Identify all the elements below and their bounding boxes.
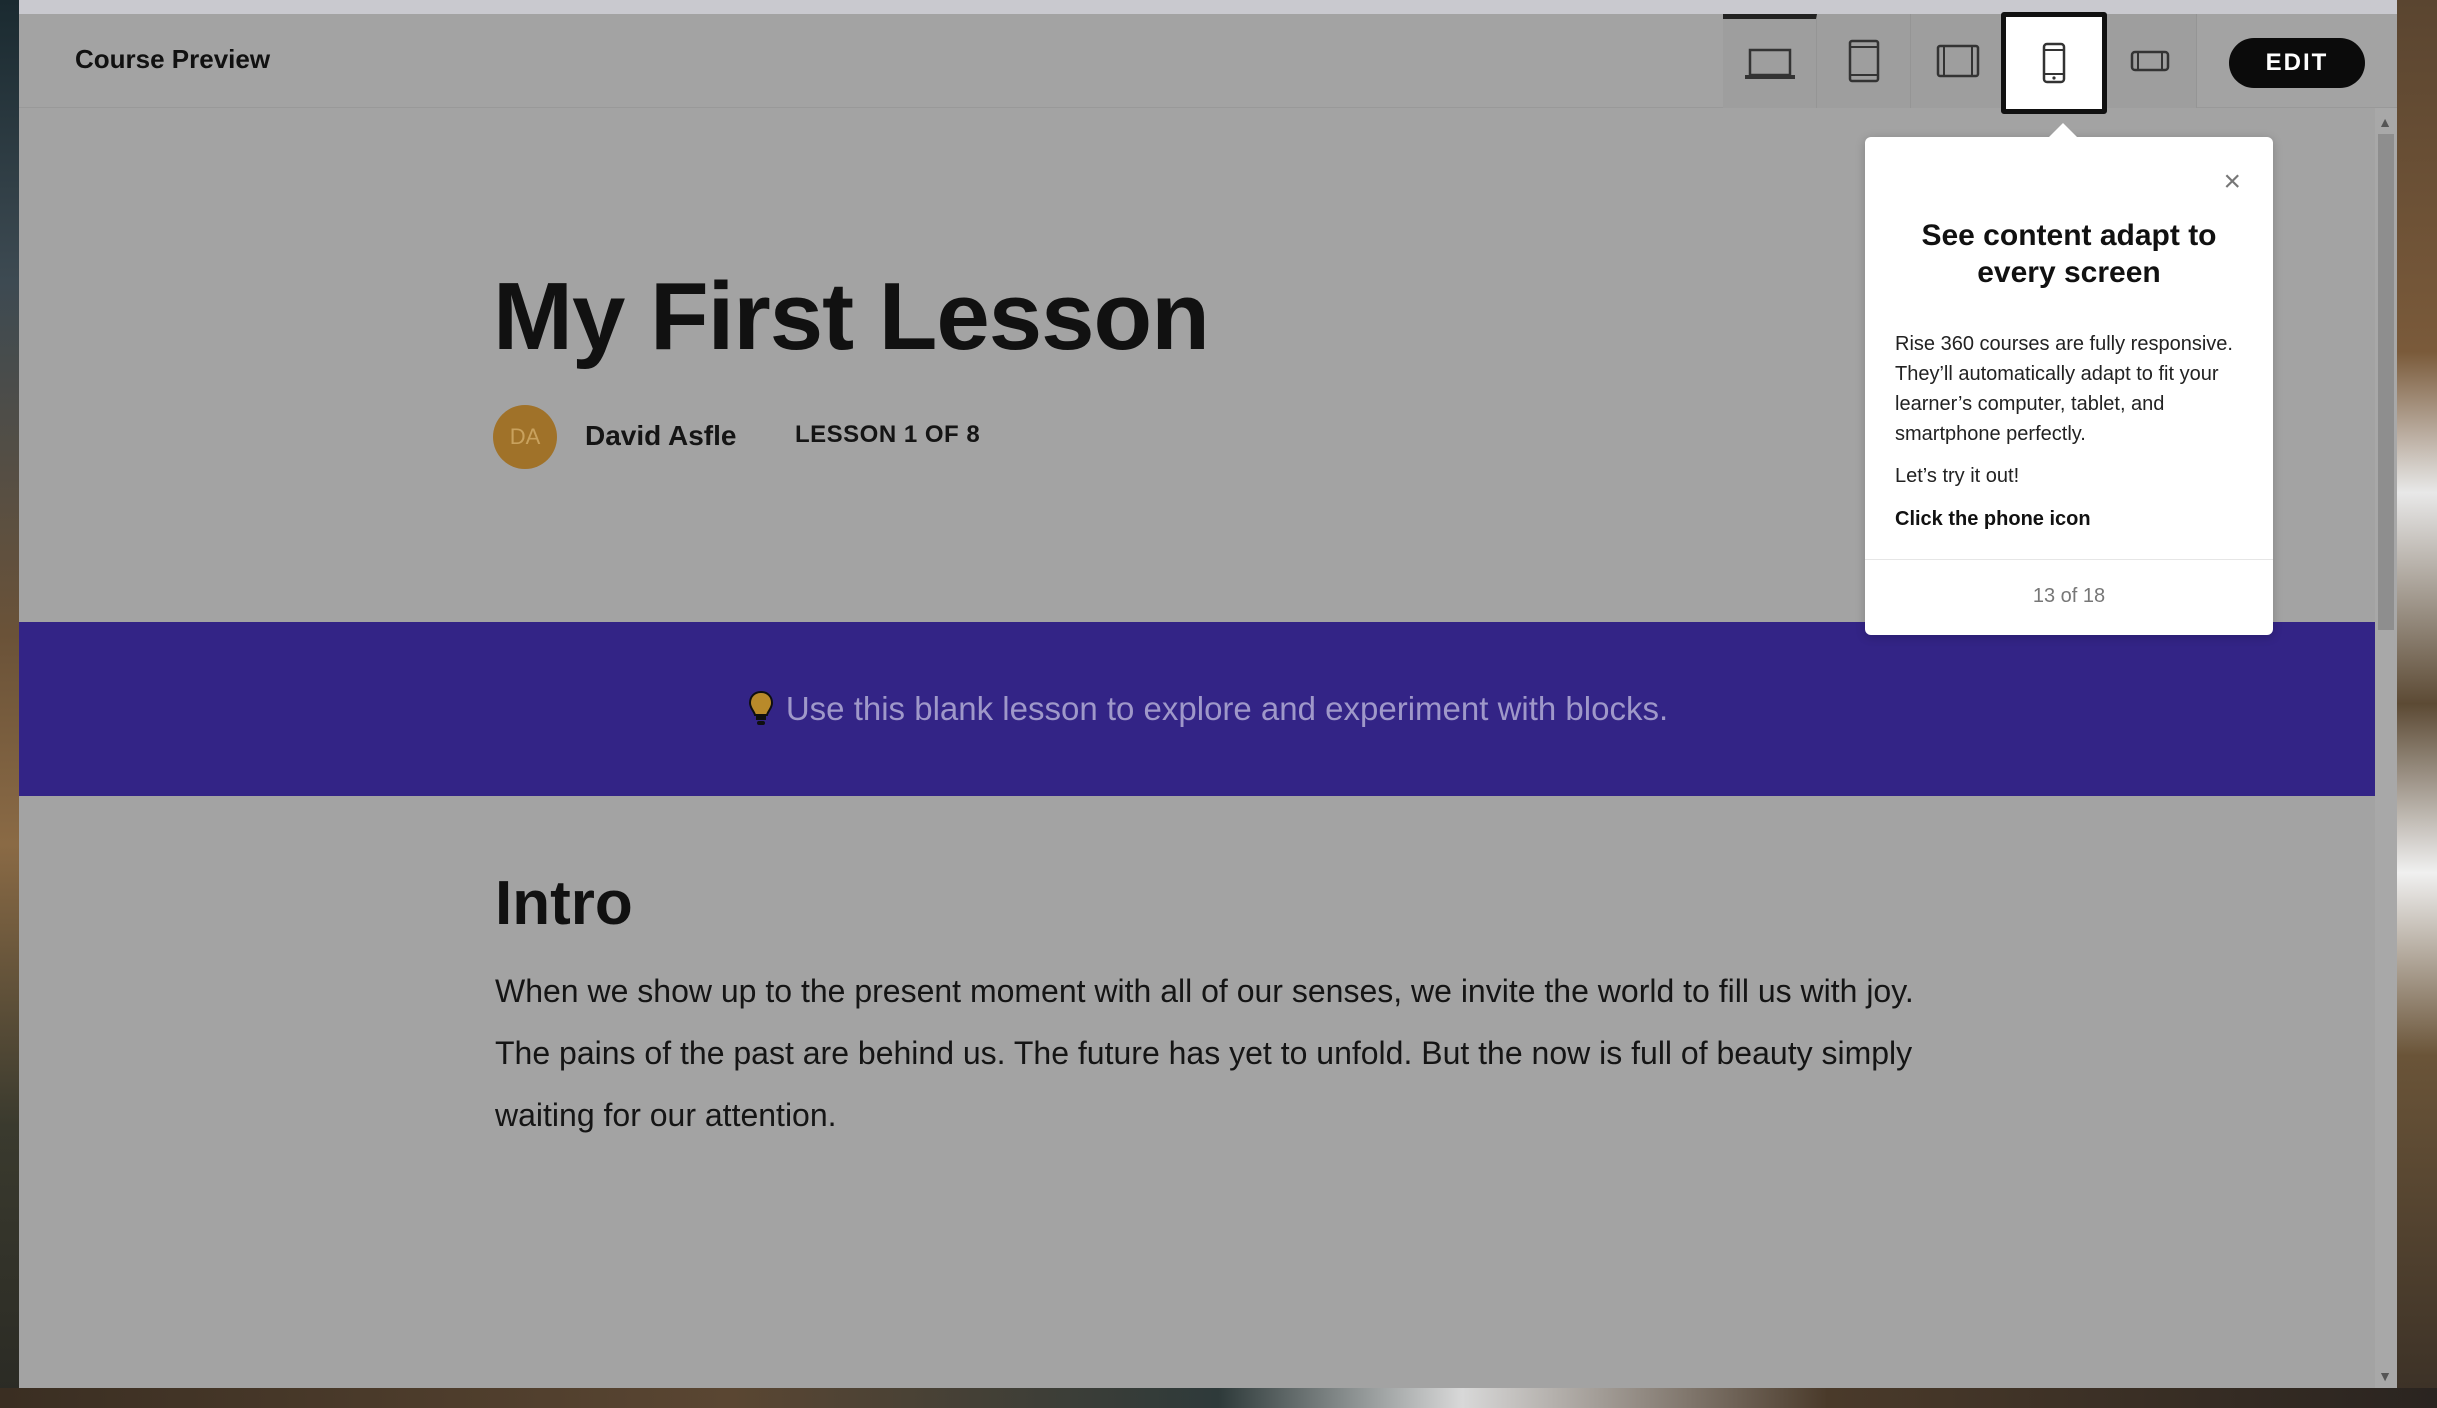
lightbulb-icon [748,690,774,728]
close-icon[interactable]: × [2223,167,2241,197]
vertical-scrollbar[interactable]: ▲ ▼ [2375,108,2397,1388]
author-name: David Asfle [585,420,737,451]
phone-landscape-icon [2130,50,2169,72]
phone-landscape-preview-button[interactable] [2103,14,2197,108]
edit-button[interactable]: EDIT [2229,38,2365,88]
preview-header: Course Preview EDIT [19,12,2397,114]
author-avatar: DA [493,405,557,469]
header-title: Course Preview [75,44,271,74]
popover-step-counter: 13 of 18 [2032,585,2106,607]
tablet-portrait-icon [1848,39,1879,83]
popover-pointer [2049,123,2077,137]
phone-portrait-icon [2042,42,2066,84]
desktop-wallpaper-bottom [0,1388,2437,1408]
laptop-preview-button[interactable] [1723,14,1817,108]
popover-divider [1865,559,2273,560]
popover-instruction: Click the phone icon [1895,508,2091,530]
desktop-wallpaper-right [2397,0,2437,1408]
popover-description: Rise 360 courses are fully responsive. T… [1895,333,2233,445]
device-switcher [1723,12,2197,114]
onboarding-popover: × See content adapt to every screen Rise… [1865,123,2273,635]
popover-body: Rise 360 courses are fully responsive. T… [1895,329,2245,491]
intro-heading: Intro [495,869,633,938]
phone-portrait-preview-button[interactable] [2001,12,2107,114]
lesson-banner: Use this blank lesson to explore and exp… [19,622,2397,796]
tablet-portrait-preview-button[interactable] [1817,14,1911,108]
scroll-down-arrow-icon[interactable]: ▼ [2378,1368,2392,1384]
popover-title: See content adapt to every screen [1921,219,2217,289]
desktop-wallpaper-left [0,0,19,1408]
banner-text: Use this blank lesson to explore and exp… [785,690,1669,727]
intro-paragraph: When we show up to the present moment wi… [495,973,1914,1133]
tablet-landscape-preview-button[interactable] [1911,14,2005,108]
laptop-icon [1744,48,1795,79]
lesson-count: LESSON 1 OF 8 [795,421,981,448]
tablet-landscape-icon [1936,44,1979,78]
scrollbar-thumb[interactable] [2378,134,2394,630]
scroll-up-arrow-icon[interactable]: ▲ [2378,114,2392,130]
popover-prompt: Let’s try it out! [1895,465,2020,487]
course-preview-window: Course Preview EDIT My First Lesson DA D… [19,0,2397,1388]
lesson-title: My First Lesson [493,263,1210,370]
